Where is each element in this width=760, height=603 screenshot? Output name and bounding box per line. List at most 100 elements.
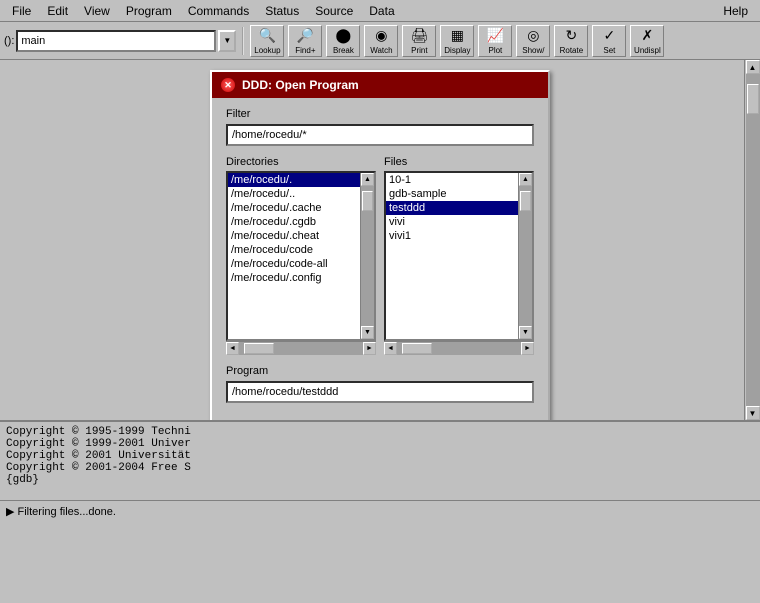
menu-status[interactable]: Status (257, 2, 307, 20)
directory-item[interactable]: /me/rocedu/.cgdb (228, 215, 360, 229)
file-item[interactable]: vivi (386, 215, 518, 229)
program-label: Program (226, 365, 534, 377)
directory-item[interactable]: /me/rocedu/. (228, 173, 360, 187)
expression-combo: (): ▼ (4, 30, 236, 52)
print-label: Print (411, 46, 427, 55)
file-item[interactable]: 10-1 (386, 173, 518, 187)
dir-h-thumb[interactable] (244, 343, 274, 354)
directory-item[interactable]: /me/rocedu/code-all (228, 257, 360, 271)
source-view: ▲ ▼ ✕ DDD: Open Program Filter (0, 60, 760, 420)
file-item[interactable]: testddd (386, 201, 518, 215)
dir-h-track[interactable] (239, 342, 363, 355)
dir-scroll-up[interactable]: ▲ (361, 173, 374, 186)
file-scroll-down[interactable]: ▼ (519, 326, 532, 339)
terminal-line: {gdb} (6, 474, 754, 486)
menu-help[interactable]: Help (715, 2, 756, 20)
menu-source[interactable]: Source (307, 2, 361, 20)
find-button[interactable]: 🔎 Find+ (288, 25, 322, 57)
menubar: File Edit View Program Commands Status S… (0, 0, 760, 22)
undisplay-label: Undispl (634, 46, 661, 55)
files-scrollbar[interactable]: ▲ ▼ (518, 173, 532, 339)
file-item[interactable]: gdb-sample (386, 187, 518, 201)
plot-button[interactable]: 📈 Plot (478, 25, 512, 57)
statusbar: ▶ Filtering files...done. (0, 500, 760, 522)
file-h-right[interactable]: ► (521, 342, 534, 355)
rotate-button[interactable]: ↻ Rotate (554, 25, 588, 57)
print-button[interactable]: 🖨 Print (402, 25, 436, 57)
break-button[interactable]: ⬤ Break (326, 25, 360, 57)
dir-scroll-track[interactable] (361, 186, 374, 326)
directory-item[interactable]: /me/rocedu/.config (228, 271, 360, 285)
file-scroll-track[interactable] (519, 186, 532, 326)
dialog-buttons-row: Open Filter Cancel Help (226, 413, 534, 420)
menu-file[interactable]: File (4, 2, 39, 20)
directory-item[interactable]: /me/rocedu/.cache (228, 201, 360, 215)
dir-h-right[interactable]: ► (363, 342, 376, 355)
display-button[interactable]: ▦ Display (440, 25, 474, 57)
rotate-icon: ↻ (562, 27, 580, 45)
show-button[interactable]: ◎ Show/ (516, 25, 550, 57)
dialog-title: DDD: Open Program (242, 78, 359, 92)
status-text: ▶ Filtering files...done. (6, 505, 116, 518)
terminal-line: Copyright © 1995-1999 Techni (6, 426, 754, 438)
directories-list[interactable]: /me/rocedu/./me/rocedu/../me/rocedu/.cac… (228, 173, 360, 339)
lookup-icon: 🔍 (258, 27, 276, 45)
watch-label: Watch (370, 46, 392, 55)
directory-item[interactable]: /me/rocedu/.cheat (228, 229, 360, 243)
dir-h-scrollbar[interactable]: ◄ ► (226, 341, 376, 355)
directory-item[interactable]: /me/rocedu/.. (228, 187, 360, 201)
dir-scroll-thumb[interactable] (362, 191, 373, 211)
file-h-track[interactable] (397, 342, 521, 355)
menu-commands[interactable]: Commands (180, 2, 257, 20)
watch-button[interactable]: ◉ Watch (364, 25, 398, 57)
expression-input[interactable] (16, 30, 216, 52)
files-list[interactable]: 10-1gdb-sampletestdddvivivivi1 (386, 173, 518, 339)
files-list-wrapper: 10-1gdb-sampletestdddvivivivi1 ▲ ▼ (384, 171, 534, 341)
undisplay-icon: ✗ (638, 27, 656, 45)
find-icon: 🔎 (296, 27, 314, 45)
show-label: Show/ (522, 46, 544, 55)
files-column: Files 10-1gdb-sampletestdddvivivivi1 ▲ ▼ (384, 156, 534, 355)
menu-edit[interactable]: Edit (39, 2, 76, 20)
file-h-thumb[interactable] (402, 343, 432, 354)
dir-scroll-down[interactable]: ▼ (361, 326, 374, 339)
break-icon: ⬤ (334, 27, 352, 45)
directories-scrollbar[interactable]: ▲ ▼ (360, 173, 374, 339)
filter-input[interactable] (226, 124, 534, 146)
set-icon: ✓ (600, 27, 618, 45)
dialog-close-button[interactable]: ✕ (220, 77, 236, 93)
plot-label: Plot (488, 46, 502, 55)
show-icon: ◎ (524, 27, 542, 45)
set-button[interactable]: ✓ Set (592, 25, 626, 57)
main-area: ▲ ▼ ✕ DDD: Open Program Filter (0, 60, 760, 500)
toolbar: (): ▼ 🔍 Lookup 🔎 Find+ ⬤ Break ◉ Watch 🖨… (0, 22, 760, 60)
terminal-line: Copyright © 2001-2004 Free S (6, 462, 754, 474)
directory-item[interactable]: /me/rocedu/code (228, 243, 360, 257)
undisplay-button[interactable]: ✗ Undispl (630, 25, 664, 57)
plot-icon: 📈 (486, 27, 504, 45)
filter-section: Filter (226, 108, 534, 156)
lookup-label: Lookup (254, 46, 280, 55)
file-scroll-up[interactable]: ▲ (519, 173, 532, 186)
files-h-scrollbar[interactable]: ◄ ► (384, 341, 534, 355)
terminal-line: Copyright © 1999-2001 Univer (6, 438, 754, 450)
file-item[interactable]: vivi1 (386, 229, 518, 243)
combo-dropdown-arrow[interactable]: ▼ (218, 30, 236, 52)
program-input[interactable] (226, 381, 534, 403)
toolbar-separator-1 (242, 27, 244, 55)
directories-label: Directories (226, 156, 376, 168)
dir-h-left[interactable]: ◄ (226, 342, 239, 355)
filter-label: Filter (226, 108, 534, 120)
menu-program[interactable]: Program (118, 2, 180, 20)
set-label: Set (603, 46, 615, 55)
display-icon: ▦ (448, 27, 466, 45)
lookup-button[interactable]: 🔍 Lookup (250, 25, 284, 57)
menu-data[interactable]: Data (361, 2, 402, 20)
open-program-dialog: ✕ DDD: Open Program Filter Directories (210, 70, 550, 420)
rotate-label: Rotate (560, 46, 584, 55)
dialog-overlay: ✕ DDD: Open Program Filter Directories (0, 60, 760, 420)
terminal-output: Copyright © 1995-1999 TechniCopyright © … (0, 420, 760, 500)
file-scroll-thumb[interactable] (520, 191, 531, 211)
file-h-left[interactable]: ◄ (384, 342, 397, 355)
menu-view[interactable]: View (76, 2, 118, 20)
